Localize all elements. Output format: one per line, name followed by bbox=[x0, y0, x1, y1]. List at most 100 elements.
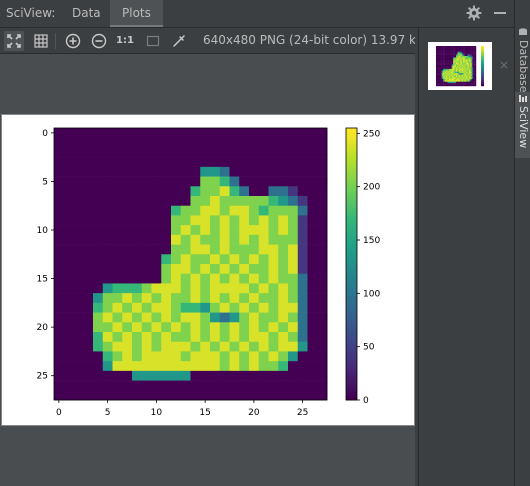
heatmap-cell bbox=[63, 186, 74, 197]
colorbar-segment bbox=[346, 232, 357, 237]
heatmap-cell bbox=[102, 254, 113, 265]
heatmap-cell bbox=[190, 380, 201, 391]
heatmap-cell bbox=[122, 312, 133, 323]
heatmap-cell bbox=[122, 196, 133, 207]
heatmap-cell bbox=[54, 137, 65, 148]
colorbar-segment bbox=[346, 284, 357, 289]
heatmap-cell bbox=[278, 370, 289, 381]
heatmap-cell bbox=[63, 322, 74, 333]
zoom-out-icon[interactable] bbox=[89, 31, 109, 51]
tab-plots[interactable]: Plots bbox=[110, 0, 163, 27]
heatmap-cell bbox=[239, 186, 250, 197]
side-tab-sciview[interactable]: SciView bbox=[515, 92, 530, 158]
colorbar-segment bbox=[346, 328, 357, 333]
colorbar-segment bbox=[346, 248, 357, 253]
heatmap-cell bbox=[171, 341, 182, 352]
heatmap-cell bbox=[151, 312, 162, 323]
heatmap-cell bbox=[93, 176, 104, 187]
heatmap-cell bbox=[239, 293, 250, 304]
heatmap-cell bbox=[63, 157, 74, 168]
heatmap-cell bbox=[141, 205, 152, 216]
heatmap-cell bbox=[73, 186, 84, 197]
heatmap-cell bbox=[83, 264, 94, 275]
heatmap-cell bbox=[122, 128, 133, 139]
heatmap-cell bbox=[122, 234, 133, 245]
heatmap-cell bbox=[171, 332, 182, 343]
heatmap-cell bbox=[239, 283, 250, 294]
side-tab-database[interactable]: Database bbox=[515, 26, 530, 93]
gear-icon[interactable] bbox=[466, 5, 482, 21]
heatmap-cell bbox=[229, 370, 240, 381]
heatmap-cell bbox=[122, 186, 133, 197]
heatmap-cell bbox=[63, 176, 74, 187]
heatmap-cell bbox=[210, 205, 221, 216]
heatmap-cell bbox=[229, 205, 240, 216]
heatmap-cell bbox=[122, 254, 133, 265]
fit-zoom-icon[interactable] bbox=[4, 31, 24, 51]
heatmap-cell bbox=[307, 234, 318, 245]
minimize-icon[interactable] bbox=[494, 12, 506, 14]
heatmap-cell bbox=[151, 254, 162, 265]
heatmap-cell bbox=[122, 215, 133, 226]
heatmap-cell bbox=[307, 264, 318, 275]
heatmap-cell bbox=[258, 215, 269, 226]
heatmap-cell bbox=[307, 351, 318, 362]
heatmap-cell bbox=[63, 332, 74, 343]
heatmap-cell bbox=[239, 370, 250, 381]
tab-data[interactable]: Data bbox=[60, 0, 113, 27]
color-picker-icon[interactable] bbox=[169, 31, 189, 51]
heatmap-cell bbox=[180, 157, 191, 168]
heatmap-cell bbox=[210, 390, 221, 401]
heatmap-cell bbox=[219, 254, 230, 265]
heatmap-cell bbox=[278, 302, 289, 313]
heatmap-cell bbox=[249, 157, 260, 168]
heatmap-cell bbox=[93, 380, 104, 391]
heatmap-cell bbox=[317, 234, 328, 245]
heatmap-cell bbox=[73, 370, 84, 381]
heatmap-cell bbox=[200, 166, 211, 177]
heatmap-cell bbox=[171, 302, 182, 313]
heatmap-cell bbox=[93, 351, 104, 362]
heatmap-cell bbox=[288, 234, 299, 245]
plot-thumbnail[interactable] bbox=[428, 42, 492, 90]
heatmap-cell bbox=[268, 128, 279, 139]
heatmap-cell bbox=[258, 157, 269, 168]
heatmap-cell bbox=[73, 264, 84, 275]
heatmap-cell bbox=[297, 137, 308, 148]
heatmap-cell bbox=[200, 147, 211, 158]
heatmap-cell bbox=[73, 147, 84, 158]
heatmap-cell bbox=[102, 380, 113, 391]
image-viewport[interactable]: 0 5 10 15 20 25 0 5 10 15 20 25 0 50 100 150 200 250 bbox=[0, 54, 415, 486]
thumbnail-close-icon[interactable]: × bbox=[499, 58, 509, 72]
colorbar-segment bbox=[346, 308, 357, 313]
heatmap-cell bbox=[171, 157, 182, 168]
heatmap-cell bbox=[63, 370, 74, 381]
heatmap-cell bbox=[200, 322, 211, 333]
heatmap-cell bbox=[102, 176, 113, 187]
heatmap-cell bbox=[141, 225, 152, 236]
colorbar-segment bbox=[346, 152, 357, 157]
zoom-in-icon[interactable] bbox=[63, 31, 83, 51]
heatmap-cell bbox=[93, 341, 104, 352]
heatmap-cell bbox=[54, 341, 65, 352]
heatmap-cell bbox=[317, 196, 328, 207]
heatmap-cell bbox=[180, 390, 191, 401]
heatmap-cell bbox=[307, 380, 318, 391]
heatmap-cell bbox=[229, 273, 240, 284]
heatmap-cell bbox=[54, 273, 65, 284]
heatmap-cell bbox=[229, 176, 240, 187]
background-toggle-icon[interactable] bbox=[143, 31, 163, 51]
heatmap-cell bbox=[63, 264, 74, 275]
colorbar-segment bbox=[346, 372, 357, 377]
colorbar-segment bbox=[346, 176, 357, 181]
heatmap-cell bbox=[200, 273, 211, 284]
grid-icon[interactable] bbox=[31, 31, 51, 51]
heatmap-cell bbox=[112, 322, 123, 333]
heatmap-cell bbox=[171, 322, 182, 333]
heatmap-cell bbox=[180, 166, 191, 177]
actual-size-button[interactable]: 1:1 bbox=[115, 31, 135, 51]
heatmap-cell bbox=[132, 137, 143, 148]
colorbar-segment bbox=[346, 376, 357, 381]
heatmap-cell bbox=[297, 196, 308, 207]
heatmap-cell bbox=[297, 205, 308, 216]
